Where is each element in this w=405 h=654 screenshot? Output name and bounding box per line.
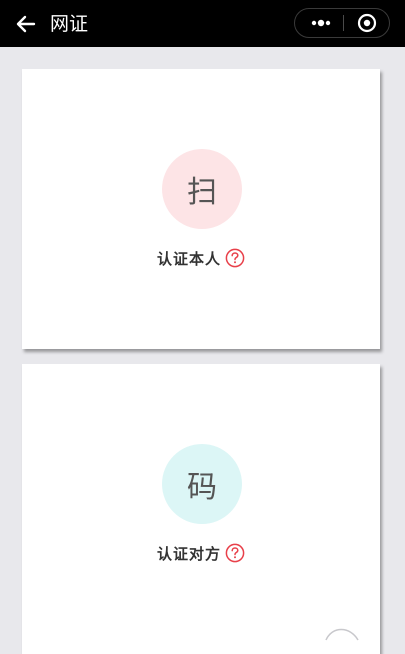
scan-glyph-circle: 扫	[162, 149, 242, 229]
verify-other-label-row: 认证对方	[22, 542, 380, 564]
code-glyph-circle: 码	[162, 444, 242, 524]
verify-other-card[interactable]: 码 认证对方	[22, 364, 380, 654]
verify-self-card[interactable]: 扫 认证本人	[22, 69, 380, 349]
verify-other-label: 认证对方	[156, 544, 221, 563]
verify-self-label: 认证本人	[156, 249, 221, 268]
question-circle-icon[interactable]	[225, 248, 245, 268]
question-circle-icon[interactable]	[225, 543, 245, 563]
verify-self-label-row: 认证本人	[22, 247, 380, 269]
target-close-icon[interactable]	[345, 9, 389, 37]
back-arrow-icon[interactable]	[14, 12, 38, 36]
more-dots-icon[interactable]	[301, 9, 341, 37]
decorative-arc	[322, 620, 362, 650]
page-title: 网证	[50, 13, 89, 35]
navigation-bar: 网证	[0, 0, 405, 47]
mini-program-capsule	[294, 8, 390, 38]
capsule-divider	[343, 15, 344, 31]
